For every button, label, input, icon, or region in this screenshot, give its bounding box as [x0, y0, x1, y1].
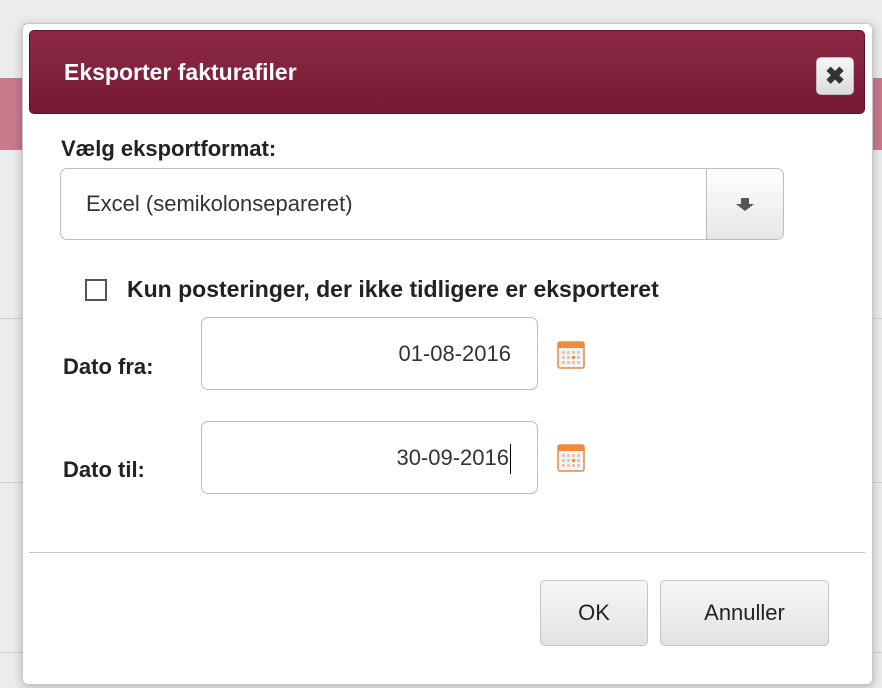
- date-to-input[interactable]: 30-09-2016: [201, 421, 538, 494]
- unexported-only-label: Kun posteringer, der ikke tidligere er e…: [127, 276, 659, 302]
- footer-divider: [29, 552, 865, 553]
- text-cursor: [510, 444, 511, 475]
- close-button[interactable]: ✖: [816, 57, 854, 95]
- ok-button-label: OK: [578, 600, 610, 625]
- export-format-select[interactable]: Excel (semikolonsepareret): [60, 168, 784, 240]
- date-from-input[interactable]: 01-08-2016: [201, 317, 538, 390]
- calendar-icon[interactable]: [557, 444, 585, 472]
- calendar-icon[interactable]: [557, 341, 585, 369]
- date-to-label: Dato til:: [63, 457, 145, 482]
- ok-button[interactable]: OK: [540, 580, 648, 646]
- date-from-value: 01-08-2016: [398, 341, 511, 366]
- cancel-button[interactable]: Annuller: [660, 580, 829, 646]
- dialog-title: Eksporter fakturafiler: [64, 59, 297, 85]
- chevron-down-icon: [736, 198, 754, 211]
- unexported-only-checkbox[interactable]: [85, 278, 107, 301]
- cancel-button-label: Annuller: [704, 600, 785, 625]
- dialog-titlebar: Eksporter fakturafiler ✖: [29, 30, 865, 114]
- unexported-only-option: Kun posteringer, der ikke tidligere er e…: [85, 276, 659, 303]
- format-label: Vælg eksportformat:: [61, 136, 277, 161]
- date-to-value: 30-09-2016: [396, 445, 509, 470]
- select-dropdown-button[interactable]: [706, 169, 783, 239]
- close-icon: ✖: [824, 62, 846, 90]
- date-from-label: Dato fra:: [63, 354, 154, 379]
- export-format-value: Excel (semikolonsepareret): [86, 191, 353, 216]
- export-dialog: Eksporter fakturafiler ✖ Vælg eksportfor…: [22, 23, 873, 685]
